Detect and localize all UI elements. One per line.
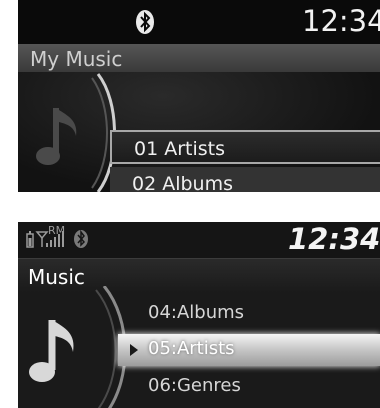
music-screen-2: RM 12:34 Music 04:Albums 05:Artists 06:G… xyxy=(18,222,380,408)
page-title: My Music xyxy=(30,47,123,71)
music-screen-1: 12:34 My Music 01 Artists 02 Albums xyxy=(18,0,380,192)
clock: 12:34 xyxy=(288,222,380,256)
menu-area: 01 Artists 02 Albums xyxy=(18,72,380,192)
bluetooth-icon xyxy=(136,10,154,34)
list-item-label: 01 Artists xyxy=(134,138,226,160)
list-item-albums[interactable]: 04:Albums xyxy=(148,302,244,323)
list-item-artists[interactable]: 05:Artists xyxy=(118,334,380,366)
status-bar: RM 12:34 xyxy=(18,222,380,258)
roaming-icon: RM xyxy=(48,224,66,237)
list-item-label: 05:Artists xyxy=(148,338,235,359)
battery-icon xyxy=(26,231,34,248)
clock: 12:34 xyxy=(302,4,380,38)
selection-pointer-icon xyxy=(130,344,138,356)
bluetooth-icon xyxy=(74,229,88,248)
header-bar: My Music xyxy=(18,44,380,72)
list-item-genres[interactable]: 06:Genres xyxy=(148,375,241,396)
status-icons xyxy=(26,229,88,248)
list-item-artists[interactable]: 01 Artists xyxy=(110,130,380,164)
list-item-albums[interactable]: 02 Albums xyxy=(110,167,380,192)
menu-area: 04:Albums 05:Artists 06:Genres xyxy=(18,286,380,408)
status-bar: 12:34 xyxy=(18,0,380,44)
list-item-label: 02 Albums xyxy=(132,173,234,192)
